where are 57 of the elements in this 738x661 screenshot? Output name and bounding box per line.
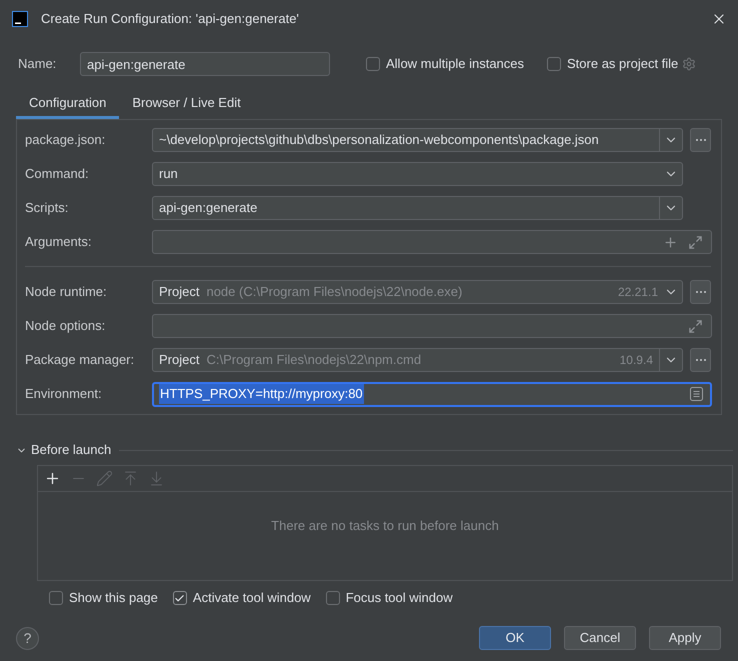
field-value: Project — [158, 283, 200, 302]
checkbox[interactable] — [172, 591, 187, 605]
checkbox-label: Store as project file — [567, 55, 678, 74]
text-field[interactable] — [152, 314, 712, 338]
field-value: Project — [158, 351, 200, 370]
field-label: Environment: — [25, 385, 103, 404]
dialog-button[interactable]: Cancel — [564, 626, 636, 650]
combo-box[interactable]: api-gen:generate — [152, 196, 683, 220]
field-label: Node runtime: — [25, 283, 108, 302]
version-label: 10.9.4 — [620, 352, 653, 369]
tab[interactable]: Configuration — [16, 89, 120, 119]
expand-icon[interactable] — [688, 318, 703, 334]
checkmark-icon — [174, 592, 186, 604]
dialog-button[interactable]: Apply — [649, 626, 721, 650]
checkbox[interactable] — [547, 57, 562, 71]
window-title: Create Run Configuration: 'api-gen:generate' — [41, 10, 299, 28]
field-value: ~\develop\projects\github\dbs\personalization-webcomponents\package.json — [158, 131, 600, 150]
field-label: Package manager: — [25, 351, 136, 370]
app-logo-icon — [12, 11, 28, 27]
field-label: Scripts: — [25, 199, 70, 218]
tab[interactable]: Browser / Live Edit — [119, 89, 254, 119]
text-field[interactable]: HTTPS_PROXY=http://myproxy:80 — [152, 382, 712, 406]
field-value: api-gen:generate — [158, 199, 258, 218]
field-label: Arguments: — [25, 233, 92, 252]
version-label: 22.21.1 — [618, 284, 658, 301]
combo-box[interactable]: ~\develop\projects\github\dbs\personalization-webcomponents\package.json — [152, 128, 683, 152]
checkbox[interactable] — [366, 57, 380, 71]
combo-box[interactable]: run — [152, 162, 683, 186]
checkbox-label: Allow multiple instances — [386, 55, 524, 74]
text-field[interactable] — [152, 230, 712, 254]
field-value: run — [158, 165, 179, 184]
checkbox-label: Focus tool window — [346, 589, 453, 608]
field-label: Node options: — [25, 317, 106, 336]
expand-icon[interactable] — [688, 234, 703, 250]
field-label: Name: — [18, 55, 58, 74]
browse-button[interactable] — [690, 348, 711, 372]
field-value: HTTPS_PROXY=http://myproxy:80 — [159, 384, 364, 404]
help-button[interactable]: ? — [16, 626, 39, 650]
name-field[interactable]: api-gen:generate — [80, 52, 330, 76]
settings-icon[interactable] — [682, 57, 696, 71]
browse-button[interactable] — [690, 128, 711, 152]
combo-box[interactable]: Project C:\Program Files\nodejs\22\npm.cmd 10.9.4 — [152, 348, 683, 372]
plus-icon[interactable] — [44, 470, 61, 487]
path-hint: node (C:\Program Files\nodejs\22\node.exe) — [206, 283, 462, 302]
checkbox-label: Activate tool window — [192, 589, 311, 608]
checkbox[interactable] — [49, 591, 63, 605]
browse-button[interactable] — [690, 280, 711, 304]
combo-box[interactable]: Project node (C:\Program Files\nodejs\22\node.exe) 22.21.1 — [152, 280, 683, 304]
empty-list-message: There are no tasks to run before launch — [271, 517, 499, 532]
path-hint: C:\Program Files\nodejs\22\npm.cmd — [206, 351, 422, 370]
checkbox[interactable] — [326, 591, 340, 605]
document-icon[interactable] — [690, 387, 703, 401]
field-label: package.json: — [25, 131, 106, 150]
field-label: Command: — [25, 165, 90, 184]
section-title: Before launch — [31, 441, 112, 460]
dialog-button[interactable]: OK — [479, 626, 551, 650]
checkbox-label: Show this page — [69, 589, 158, 608]
